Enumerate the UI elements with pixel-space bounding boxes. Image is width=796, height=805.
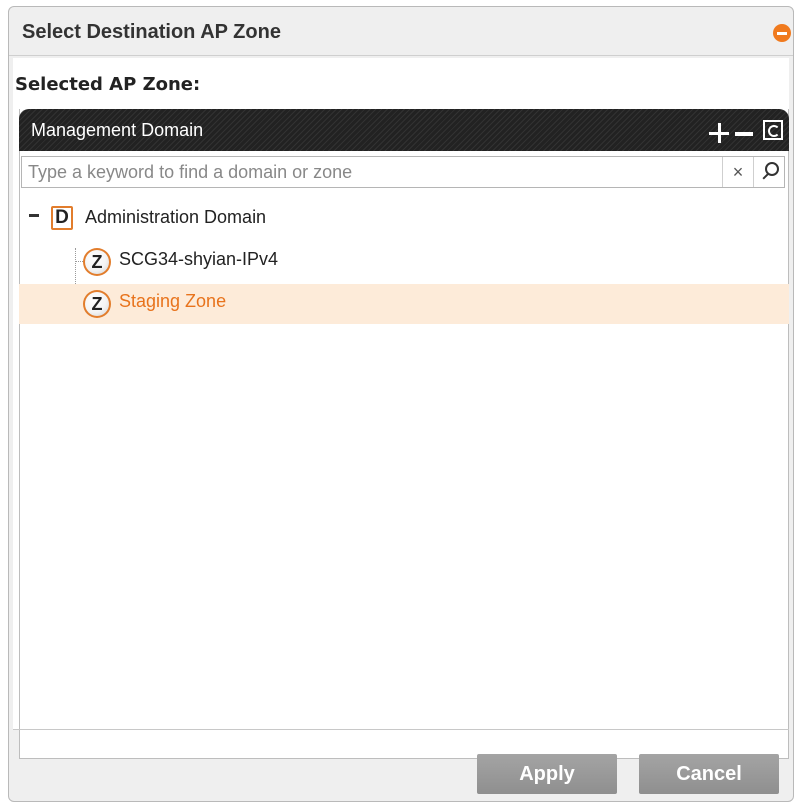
dialog-title: Select Destination AP Zone — [22, 21, 281, 43]
clear-search-icon[interactable]: × — [722, 157, 753, 187]
zone-label: Staging Zone — [119, 291, 227, 311]
selected-zone-label: Selected AP Zone: — [15, 74, 201, 95]
dialog-header: Select Destination AP Zone — [9, 7, 793, 56]
tree-row-administration-domain[interactable]: D Administration Domain — [19, 200, 789, 240]
collapse-icon[interactable] — [29, 214, 39, 217]
add-icon[interactable] — [709, 123, 729, 143]
zone-icon-letter: Z — [85, 292, 109, 316]
close-icon[interactable] — [773, 24, 791, 42]
select-destination-dialog: Select Destination AP Zone Selected AP Z… — [8, 6, 794, 802]
zone-label: SCG34-shyian-IPv4 — [119, 249, 279, 269]
zone-icon-letter: Z — [85, 250, 109, 274]
search-input[interactable] — [22, 157, 724, 187]
dialog-content: Selected AP Zone: Management Domain × D … — [13, 58, 789, 759]
panel-title: Management Domain — [31, 120, 204, 140]
remove-icon[interactable] — [735, 132, 753, 136]
tree-row-zone-selected[interactable]: Z Staging Zone — [19, 284, 789, 324]
panel-header: Management Domain — [19, 109, 789, 151]
tree-row-zone[interactable]: Z SCG34-shyian-IPv4 — [19, 242, 789, 282]
footer-divider — [13, 729, 789, 730]
domain-label: Administration Domain — [85, 207, 267, 227]
domain-icon: D — [51, 206, 73, 230]
refresh-icon[interactable] — [763, 120, 783, 140]
search-bar: × — [21, 156, 785, 188]
search-icon[interactable] — [753, 157, 784, 187]
zone-icon: Z — [83, 248, 111, 276]
zone-icon: Z — [83, 290, 111, 318]
cancel-button[interactable]: Cancel — [639, 754, 779, 794]
apply-button[interactable]: Apply — [477, 754, 617, 794]
